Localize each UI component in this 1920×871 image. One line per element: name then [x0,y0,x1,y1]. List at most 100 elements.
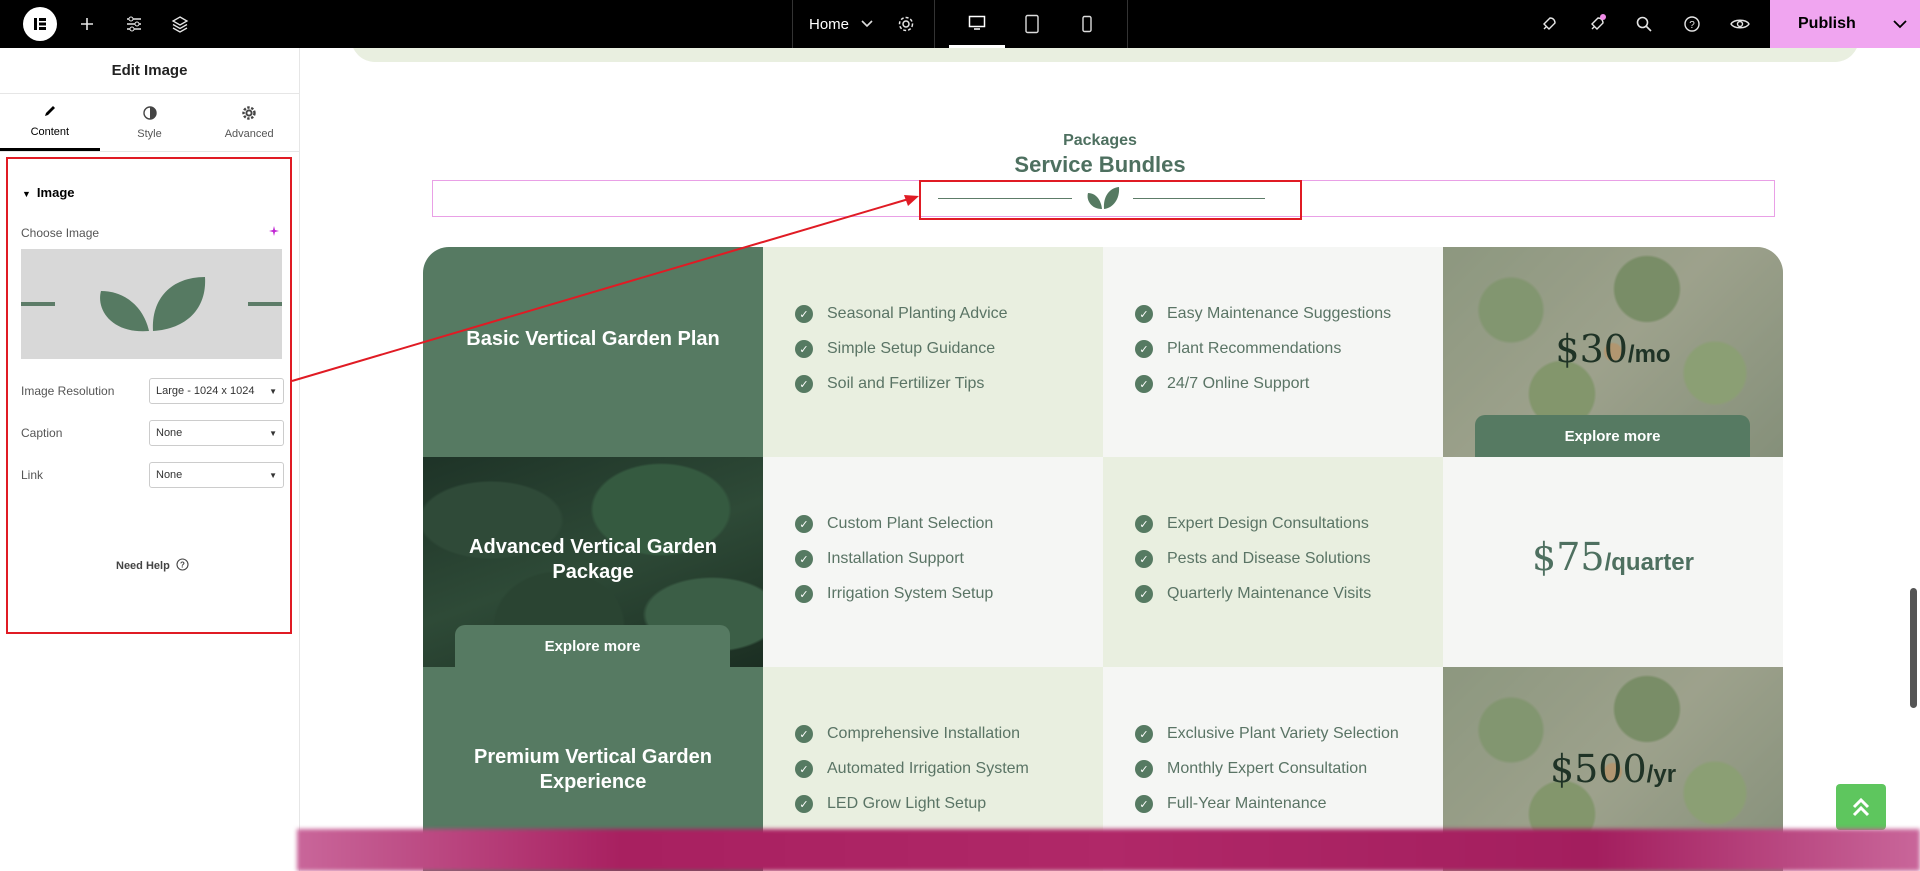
feature-text: Soil and Fertilizer Tips [827,375,985,392]
add-element-icon[interactable] [74,0,100,48]
link-value: None [156,469,183,481]
tab-style[interactable]: Style [100,94,200,151]
rocket-icon[interactable] [1536,0,1562,48]
contrast-icon [142,105,157,123]
caret-down-icon: ▼ [269,428,277,438]
tab-style-label: Style [137,127,162,140]
list-item: ✓ Exclusive Plant Variety Selection [1135,725,1399,743]
feature-text: Full-Year Maintenance [1167,795,1327,812]
image-preview[interactable] [21,249,282,359]
plan-name: Advanced Vertical Garden Package [469,536,717,583]
link-select[interactable]: None ▼ [149,462,284,488]
plan-card-basic: Basic Vertical Garden Plan [423,247,763,457]
need-help-link[interactable]: Need Help ? [116,558,189,574]
image-resolution-label: Image Resolution [21,384,115,398]
caret-down-icon: ▼ [22,189,31,199]
canvas-scrollbar[interactable] [1910,588,1917,708]
feature-text: 24/7 Online Support [1167,375,1310,392]
features-column: ✓ Seasonal Planting Advice ✓ Simple Setup … [763,247,1103,457]
page-selector-label: Home [809,15,850,33]
list-item: ✓ Comprehensive Installation [795,725,1020,743]
help-icon[interactable]: ? [1679,0,1705,48]
features-column: ✓ Expert Design Consultations ✓ Pests and … [1103,457,1443,667]
site-settings-icon[interactable] [121,0,147,48]
mobile-view-icon[interactable] [1059,0,1115,48]
need-help-label: Need Help [116,560,170,572]
list-item: ✓ Monthly Expert Consultation [1135,760,1367,778]
list-item: ✓ Pests and Disease Solutions [1135,550,1371,568]
price-card-basic: $30/mo Explore more [1443,247,1783,457]
check-circle-icon: ✓ [1135,725,1153,743]
image-resolution-row: Image Resolution Large - 1024 x 1024 ▼ [21,378,284,404]
page-settings-gear-icon[interactable] [893,0,919,48]
publish-options-chevron-icon[interactable] [1880,0,1920,48]
tab-advanced[interactable]: Advanced [199,94,299,151]
check-circle-icon: ✓ [1135,550,1153,568]
list-item: ✓ Installation Support [795,550,964,568]
check-circle-icon: ✓ [795,550,813,568]
caption-value: None [156,427,183,439]
feature-text: Irrigation System Setup [827,585,994,602]
svg-text:?: ? [180,561,185,570]
tab-content-label: Content [30,126,70,138]
svg-text:?: ? [1689,20,1695,31]
ai-sparkle-icon[interactable] [269,226,279,239]
image-section-toggle[interactable]: ▼ Image [22,185,75,200]
image-section-highlight: ▼ Image Choose Image Image Resolution Lar… [6,157,292,634]
feature-text: Installation Support [827,550,964,567]
caption-select[interactable]: None ▼ [149,420,284,446]
check-circle-icon: ✓ [1135,585,1153,603]
list-item: ✓ Simple Setup Guidance [795,340,995,358]
responsive-mode-switcher [934,0,1128,48]
check-circle-icon: ✓ [795,585,813,603]
previous-section-band [351,48,1859,62]
image-resolution-select[interactable]: Large - 1024 x 1024 ▼ [149,378,284,404]
section-title: Service Bundles [1014,152,1186,177]
list-item: ✓ LED Grow Light Setup [795,795,986,813]
price: $75/quarter [1443,535,1783,579]
feature-text: Exclusive Plant Variety Selection [1167,725,1399,742]
scroll-to-top-button[interactable] [1836,784,1886,830]
panel-title: Edit Image [0,48,299,94]
chevron-down-icon [861,17,873,31]
publish-label: Publish [1798,15,1856,32]
feature-text: Custom Plant Selection [827,515,994,532]
feature-text: Monthly Expert Consultation [1167,760,1368,777]
caption-row: Caption None ▼ [21,420,284,446]
structure-layers-icon[interactable] [167,0,193,48]
feature-text: Easy Maintenance Suggestions [1167,305,1392,322]
caret-down-icon: ▼ [269,386,277,396]
list-item: ✓ Quarterly Maintenance Visits [1135,585,1371,603]
feature-text: Seasonal Planting Advice [827,305,1008,322]
check-circle-icon: ✓ [1135,760,1153,778]
tab-content[interactable]: Content [0,94,100,151]
preview-eye-icon[interactable] [1727,0,1753,48]
check-circle-icon: ✓ [795,760,813,778]
price-amount: $500 [1549,747,1647,791]
whats-new-icon[interactable] [1584,0,1610,48]
search-icon[interactable] [1631,0,1657,48]
list-item: ✓ Custom Plant Selection [795,515,993,533]
list-item: ✓ Expert Design Consultations [1135,515,1369,533]
caret-down-icon: ▼ [269,470,277,480]
feature-text: Comprehensive Installation [827,725,1020,742]
plan-card-advanced: Advanced Vertical Garden Package Explore… [423,457,763,667]
editor-topbar: Home ? Publish [0,0,1920,48]
gear-icon [242,105,256,123]
feature-text: Simple Setup Guidance [827,340,996,357]
check-circle-icon: ✓ [1135,305,1153,323]
feature-text: Quarterly Maintenance Visits [1167,585,1372,602]
choose-image-label: Choose Image [21,226,100,240]
features-column: ✓ Easy Maintenance Suggestions ✓ Plant Rec… [1103,247,1443,457]
explore-more-button[interactable]: Explore more [455,625,730,667]
explore-more-button[interactable]: Explore more [1475,415,1750,457]
elementor-logo-icon[interactable] [23,7,57,41]
desktop-view-icon[interactable] [949,0,1005,48]
tablet-view-icon[interactable] [1004,0,1060,48]
price: $30/mo [1443,327,1783,371]
navigator-bar-blurred [297,829,1920,871]
feature-text: Automated Irrigation System [827,760,1029,777]
publish-button[interactable]: Publish [1770,0,1920,48]
plan-name: Premium Vertical Garden Experience [474,746,712,793]
editor-panel: Edit Image Content Style Advanced ▼ Image… [0,48,300,871]
